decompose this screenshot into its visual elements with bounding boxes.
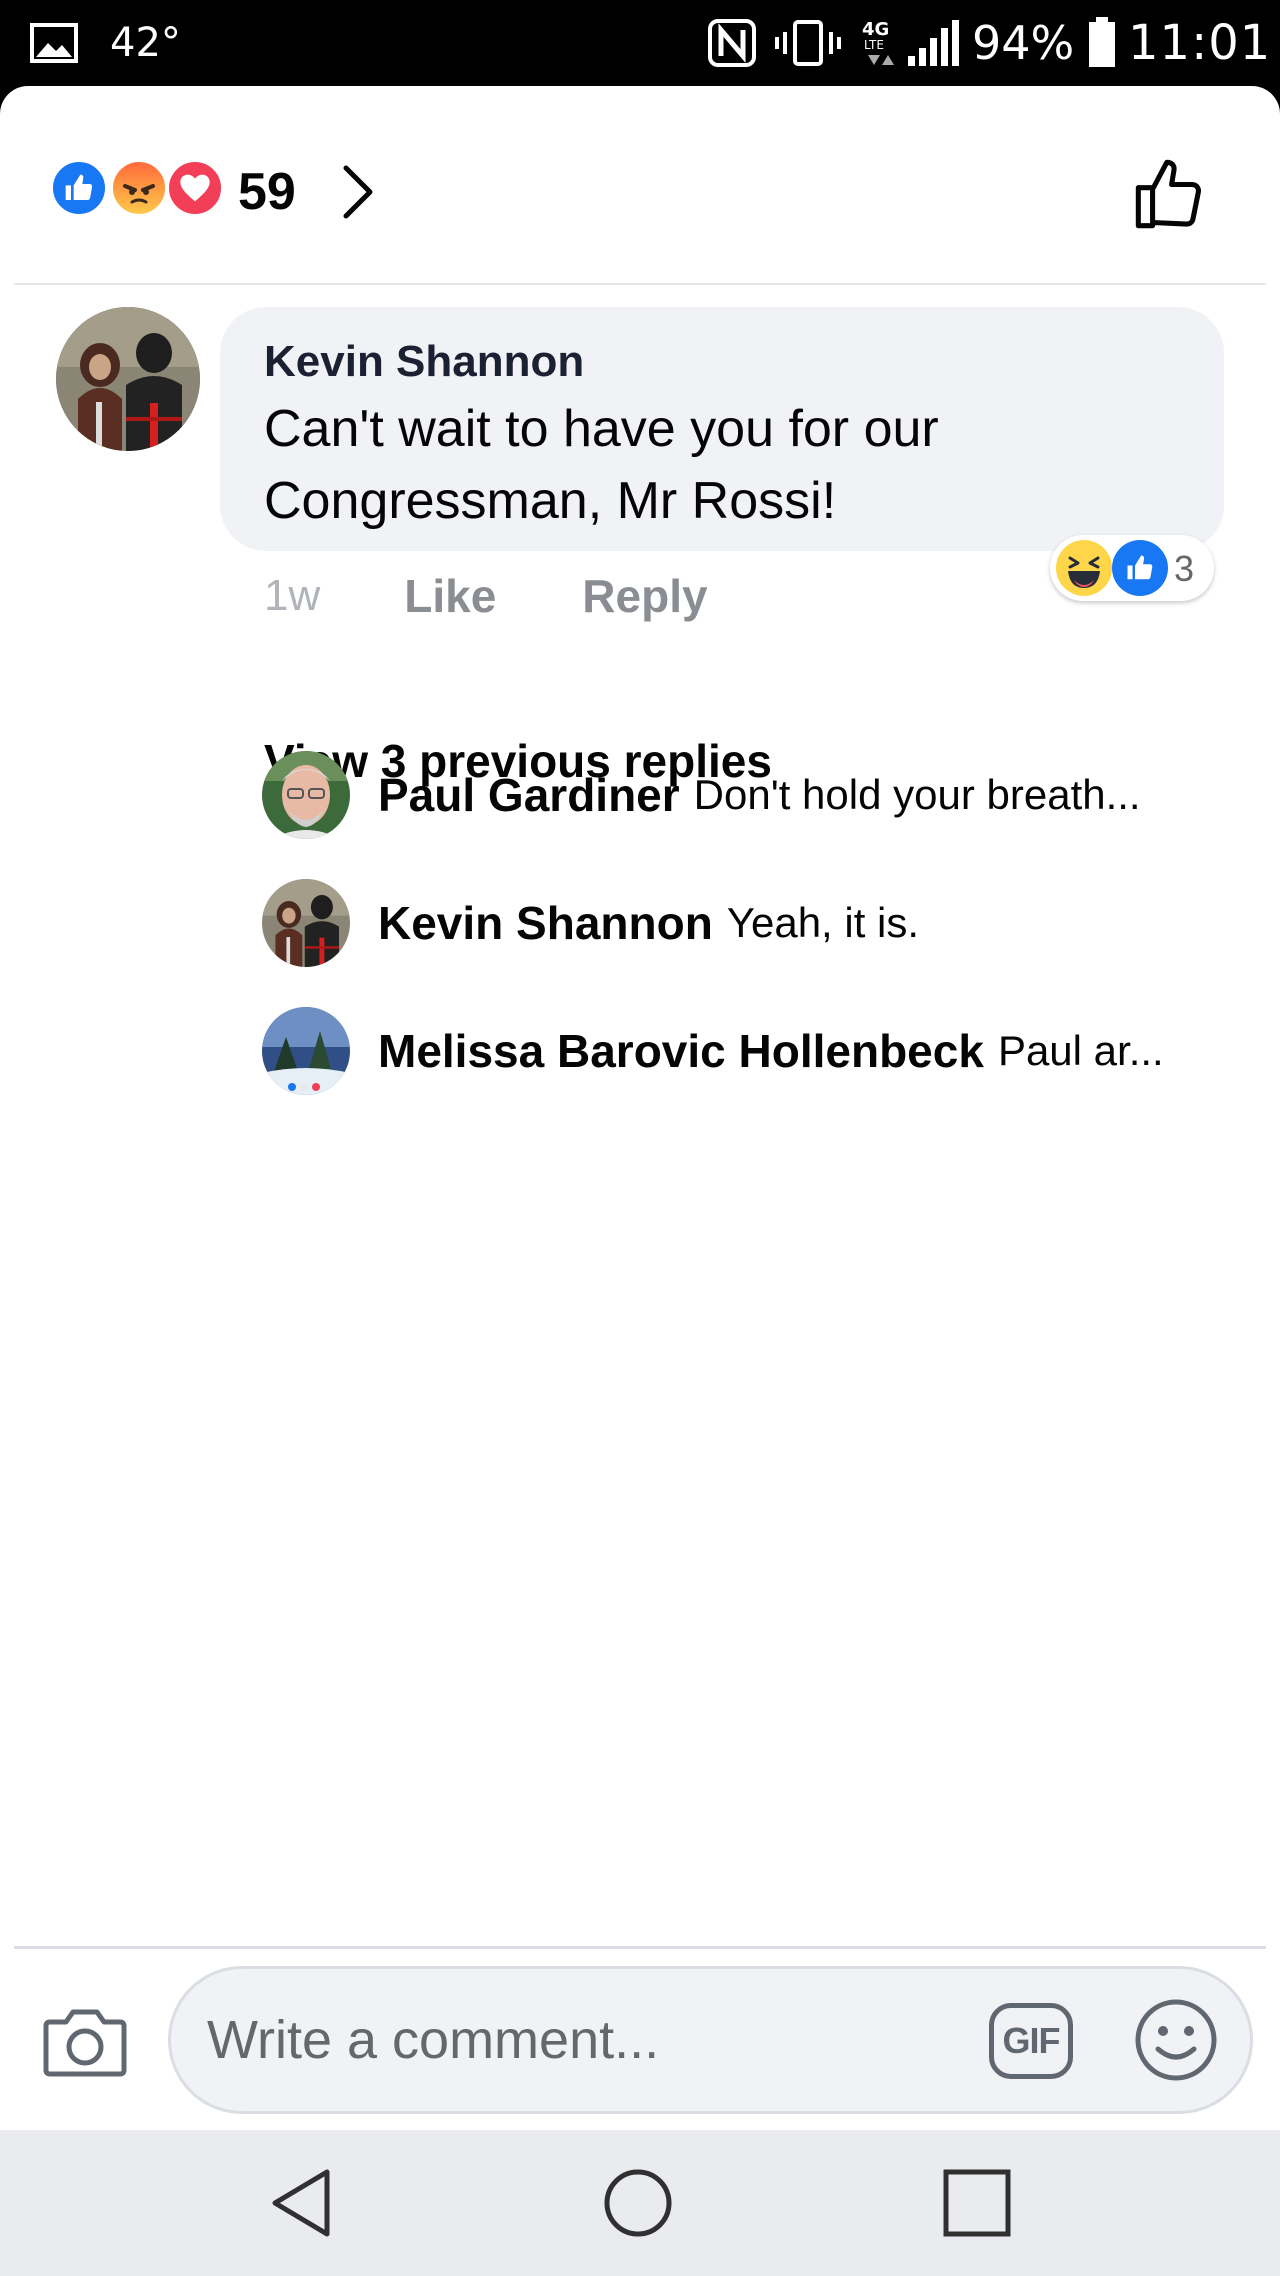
lte-icon: 4G LTE	[858, 0, 898, 86]
comment-input[interactable]	[207, 1969, 947, 2111]
like-reaction-icon	[1112, 540, 1168, 596]
comment-text: Can't wait to have you for our Congressm…	[264, 400, 939, 530]
avatar[interactable]	[56, 307, 200, 451]
camera-icon[interactable]	[40, 1996, 130, 2086]
divider	[14, 1946, 1266, 1949]
reply-item[interactable]: Kevin Shannon Yeah, it is.	[262, 879, 1242, 969]
reply-author[interactable]: Kevin Shannon	[378, 896, 713, 950]
battery-icon	[1087, 0, 1117, 86]
angry-reaction-icon	[110, 159, 168, 217]
comment-reactions[interactable]: 3	[1050, 535, 1214, 601]
comments-sheet: 59 Kevin Shannon Can't wait to have you …	[0, 86, 1280, 2130]
reply-author[interactable]: Paul Gardiner	[378, 768, 680, 822]
chevron-right-icon[interactable]	[338, 164, 378, 225]
svg-text:4G: 4G	[862, 19, 889, 40]
avatar[interactable]	[262, 751, 350, 839]
nfc-icon	[707, 0, 757, 86]
svg-text:LTE: LTE	[864, 38, 884, 52]
comment-bubble[interactable]: Kevin Shannon Can't wait to have you for…	[220, 307, 1224, 551]
back-icon[interactable]	[241, 2130, 361, 2276]
reply-author[interactable]: Melissa Barovic Hollenbeck	[378, 1024, 984, 1078]
reply-button[interactable]: Reply	[582, 569, 707, 623]
like-reaction-icon	[50, 159, 108, 217]
like-button[interactable]: Like	[404, 569, 496, 623]
comment-time: 1w	[264, 571, 321, 620]
avatar[interactable]	[262, 1007, 350, 1095]
reaction-summary[interactable]: 59	[0, 86, 1280, 284]
comment-composer[interactable]: GIF	[168, 1966, 1253, 2114]
gallery-icon	[30, 0, 80, 86]
battery-percent: 94%	[972, 16, 1075, 70]
haha-reaction-icon	[1056, 540, 1112, 596]
reply-text: Yeah, it is.	[726, 899, 920, 946]
reply-text: Paul ar...	[997, 1027, 1164, 1074]
recent-apps-icon[interactable]	[917, 2130, 1037, 2276]
vibrate-icon	[775, 0, 841, 86]
comment-reaction-count: 3	[1174, 548, 1195, 589]
clock: 11:01	[1128, 15, 1272, 71]
home-icon[interactable]	[578, 2130, 698, 2276]
avatar[interactable]	[262, 879, 350, 967]
reply-item[interactable]: Paul Gardiner Don't hold your breath...	[262, 751, 1242, 841]
reply-text: Don't hold your breath...	[693, 771, 1141, 818]
temperature-text: 42°	[110, 20, 181, 66]
like-thumb-icon[interactable]	[1132, 156, 1208, 237]
reaction-count[interactable]: 59	[238, 162, 296, 222]
emoji-icon[interactable]	[1133, 1997, 1219, 2088]
love-reaction-icon	[166, 159, 224, 217]
comment-author[interactable]: Kevin Shannon	[264, 337, 1180, 387]
navigation-bar	[0, 2130, 1280, 2276]
comment-actions: 1w Like Reply	[264, 561, 708, 631]
reply-item[interactable]: Melissa Barovic Hollenbeck Paul ar...	[262, 1007, 1242, 1097]
divider	[14, 283, 1266, 285]
gif-button[interactable]: GIF	[989, 2003, 1073, 2079]
signal-icon	[906, 0, 962, 86]
status-bar: 42° 4G LTE 94% 11:01	[0, 0, 1280, 86]
